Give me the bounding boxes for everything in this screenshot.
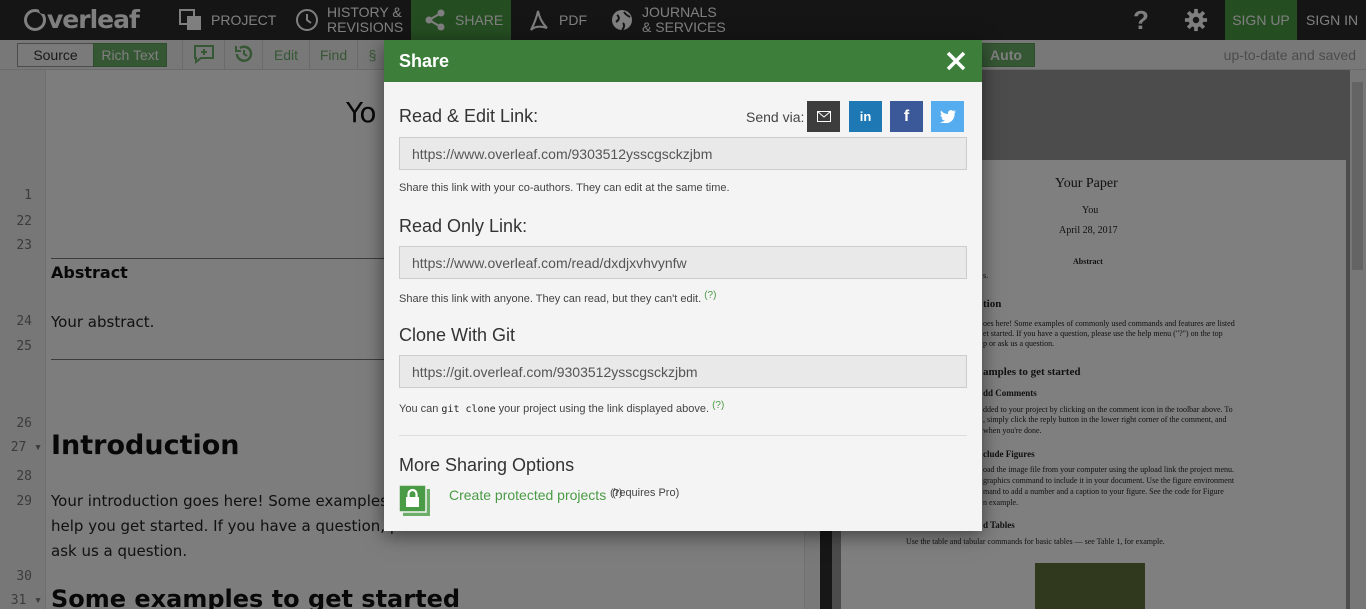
protected-link-text[interactable]: Create protected projects [449,487,606,503]
close-button[interactable] [944,49,968,73]
more-sharing-title: More Sharing Options [399,455,575,475]
git-clone-link-field[interactable]: https://git.overleaf.com/9303512ysscgsck… [399,355,967,388]
email-icon [816,111,831,122]
requires-pro-note: (requires Pro) [612,487,680,499]
read-edit-title: Read & Edit Link: [399,106,539,126]
share-modal-title: Share [399,50,450,71]
clone-git-help-tooltip[interactable]: (?) [712,400,724,411]
read-only-help-text: Share this link with anyone. They can re… [399,293,702,305]
protected-projects-icon [398,484,431,517]
facebook-share-button[interactable]: f [890,101,923,132]
read-only-help-tooltip[interactable]: (?) [704,290,716,301]
twitter-icon [939,110,956,123]
create-protected-projects-link[interactable]: Create protected projects (?) [449,487,622,503]
close-icon [946,51,966,71]
read-edit-help: Share this link with your co-authors. Th… [399,182,730,194]
read-edit-link-field[interactable]: https://www.overleaf.com/9303512ysscgsck… [399,137,967,170]
read-only-link-field[interactable]: https://www.overleaf.com/read/dxdjxvhvyn… [399,246,967,279]
facebook-icon: f [903,107,910,125]
share-modal: Share Read & Edit Link: Send via: in f h… [384,40,982,531]
linkedin-share-button[interactable]: in [849,101,882,132]
twitter-share-button[interactable] [931,101,964,132]
section-divider [399,435,967,436]
clone-git-title: Clone With Git [399,325,516,345]
clone-git-help: You can git clone your project using the… [399,400,724,415]
read-only-help: Share this link with anyone. They can re… [399,290,716,305]
clone-help-post: your project using the link displayed ab… [498,403,710,415]
email-share-button[interactable] [807,101,840,132]
send-via-label: Send via: [746,109,805,125]
clone-help-pre: You can [399,403,439,415]
git-clone-code: git clone [441,404,496,415]
share-modal-header: Share [384,40,982,82]
read-only-title: Read Only Link: [399,216,528,236]
linkedin-icon: in [859,109,872,124]
